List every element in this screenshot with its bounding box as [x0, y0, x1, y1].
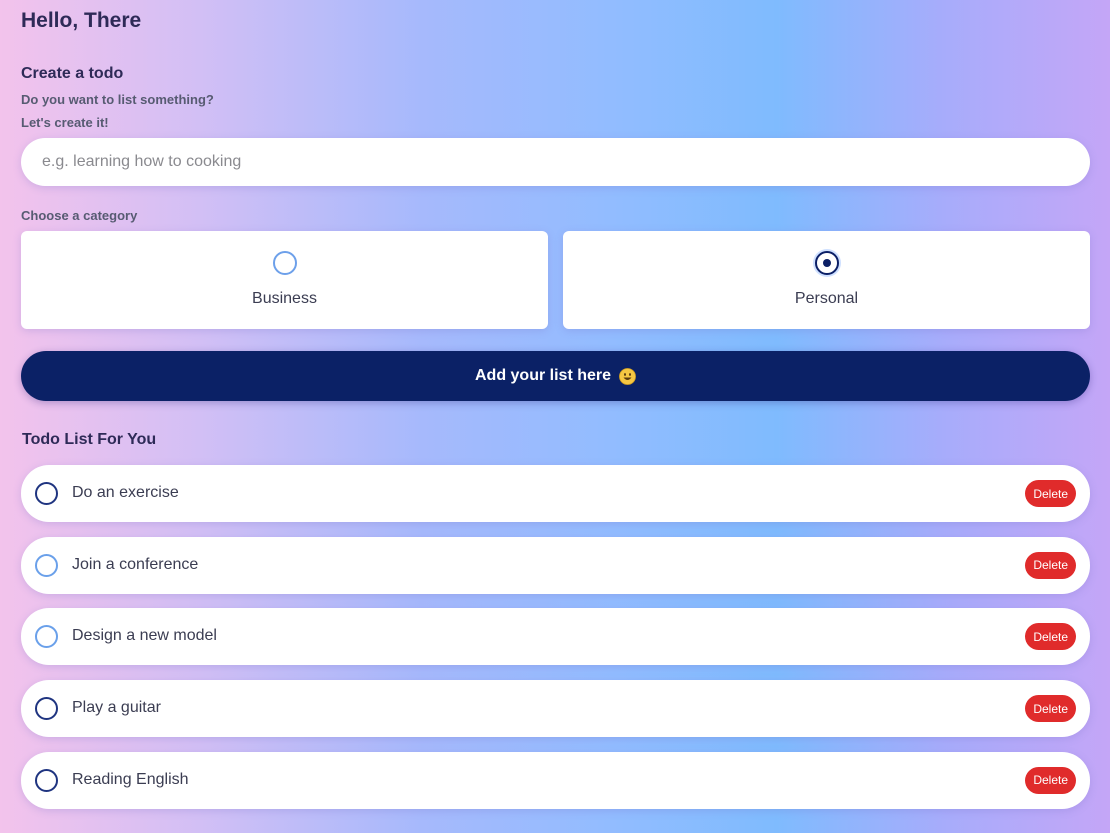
todo-item-text: Play a guitar	[72, 699, 161, 717]
todo-checkbox[interactable]	[35, 482, 58, 505]
todo-checkbox[interactable]	[35, 553, 58, 577]
todo-list: Do an exercise Delete Join a conference …	[21, 465, 1090, 823]
delete-button[interactable]: Delete	[1025, 623, 1076, 651]
create-todo-subtitle-2: Let's create it!	[21, 115, 109, 130]
todo-checkbox[interactable]	[35, 625, 58, 649]
todo-checkbox[interactable]	[35, 768, 58, 792]
todo-checkbox[interactable]	[35, 697, 58, 721]
todo-item: Reading English Delete	[21, 751, 1090, 809]
delete-button[interactable]: Delete	[1025, 695, 1076, 723]
personal-radio[interactable]	[814, 251, 839, 275]
category-option-label: Personal	[794, 290, 859, 307]
delete-button[interactable]: Delete	[1025, 480, 1076, 507]
business-radio[interactable]	[272, 251, 297, 275]
todo-item-text: Join a conference	[72, 555, 199, 573]
delete-button[interactable]: Delete	[1025, 766, 1076, 794]
add-todo-button-label: Add your list here	[474, 367, 612, 384]
greeting-heading: Hello, There	[21, 9, 142, 32]
todo-item-text: Reading English	[72, 770, 189, 788]
todo-input[interactable]	[21, 138, 1090, 186]
add-todo-button[interactable]: Add your list here	[21, 351, 1090, 401]
category-option-label: Business	[252, 290, 317, 307]
category-option-business[interactable]: Business	[21, 231, 548, 329]
smile-emoji-icon	[619, 367, 636, 385]
category-option-personal[interactable]: Personal	[563, 231, 1090, 329]
todo-item: Design a new model Delete	[21, 608, 1090, 666]
todo-item-text: Design a new model	[72, 627, 217, 645]
todo-item: Do an exercise Delete	[21, 465, 1090, 522]
create-todo-subtitle: Do you want to list something?	[21, 92, 214, 107]
category-label: Choose a category	[21, 208, 138, 223]
todo-item: Join a conference Delete	[21, 536, 1090, 594]
todo-list-title: Todo List For You	[22, 431, 157, 448]
todo-item: Play a guitar Delete	[21, 680, 1090, 738]
todo-item-text: Do an exercise	[72, 484, 179, 501]
create-todo-title: Create a todo	[21, 65, 124, 82]
delete-button[interactable]: Delete	[1025, 551, 1076, 579]
